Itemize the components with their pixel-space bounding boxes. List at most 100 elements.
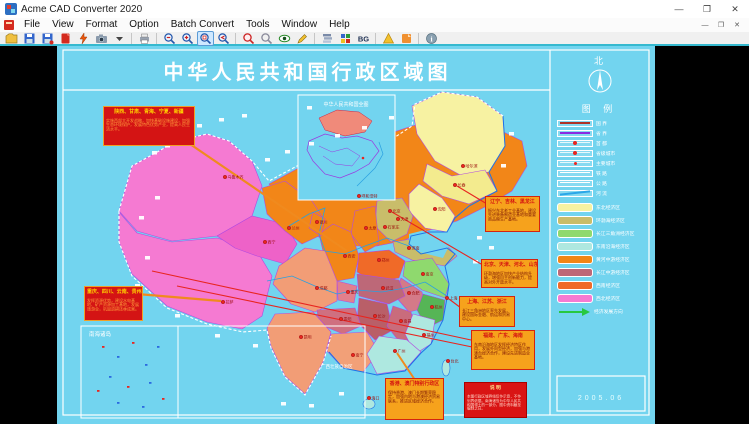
capture-dropdown-icon bbox=[115, 36, 123, 41]
batch-convert-icon bbox=[79, 31, 87, 44]
city-label: 杭州 bbox=[435, 304, 443, 310]
city-marker bbox=[407, 290, 412, 295]
callout-body: 东南沿海地区发挥经济特区作用，发展外向型经济，加强与港澳台经济合作，建设先进制造… bbox=[474, 342, 530, 360]
legend-label: 省级城市 bbox=[596, 150, 616, 156]
callout-body: 保持香港、澳门长期繁荣稳定，加强内地与港澳经济贸易联系，推进区域经济合作。 bbox=[388, 390, 440, 404]
batch-convert-button[interactable] bbox=[75, 31, 92, 46]
legend-line-items: 国 界省 界首 都省级城市 主要城市铁 路公 路河 流 bbox=[551, 118, 648, 198]
neighbor-label-block bbox=[501, 164, 506, 168]
neighbor-label-block bbox=[139, 216, 144, 220]
capture-dropdown-button[interactable] bbox=[111, 31, 128, 46]
legend-arrow-item: 经济发展方向 bbox=[551, 305, 648, 318]
close-file-button[interactable] bbox=[57, 31, 74, 46]
city-label: 北京 bbox=[393, 208, 401, 214]
menu-file[interactable]: File bbox=[18, 18, 46, 32]
city-label: 西安 bbox=[348, 253, 356, 259]
about-button[interactable]: i bbox=[423, 31, 440, 46]
close-button[interactable]: ✕ bbox=[721, 0, 749, 18]
print-button[interactable] bbox=[136, 31, 153, 46]
callout-body: 振兴东北老工业基地，建设先进装备制造业基地和重要商品粮生产基地。 bbox=[488, 208, 536, 222]
callout-title: 福建、广东、海南 bbox=[483, 332, 523, 339]
mdi-restore-button[interactable]: ❐ bbox=[713, 19, 729, 31]
neighbor-label-block bbox=[242, 114, 247, 118]
direction-arrow-icon bbox=[557, 307, 591, 316]
zoom-in-button[interactable] bbox=[179, 31, 196, 46]
zoom-extents-button[interactable] bbox=[240, 31, 257, 46]
city-label: 广州 bbox=[398, 348, 406, 354]
shx-fonts-button[interactable] bbox=[380, 31, 397, 46]
zoom-previous-button[interactable] bbox=[215, 31, 232, 46]
document-icon bbox=[4, 20, 14, 30]
compass-icon bbox=[588, 69, 611, 93]
menu-format[interactable]: Format bbox=[80, 18, 124, 32]
neighbor-label-block bbox=[477, 236, 482, 240]
city-marker bbox=[343, 253, 348, 258]
layout-button[interactable] bbox=[337, 31, 354, 46]
legend-area-item-5: 长江中游经济区 bbox=[551, 266, 648, 279]
legend-color-swatch bbox=[557, 203, 593, 212]
city-label: 济南 bbox=[412, 245, 420, 251]
layers-icon bbox=[322, 33, 332, 43]
zoom-out-button[interactable] bbox=[161, 31, 178, 46]
visibility-button[interactable] bbox=[276, 31, 293, 46]
background-color-icon: BG bbox=[357, 34, 368, 43]
mdi-minimize-button[interactable]: — bbox=[697, 19, 713, 31]
city-marker bbox=[315, 285, 320, 290]
markup-button[interactable] bbox=[294, 31, 311, 46]
city-label: 南昌 bbox=[404, 318, 412, 324]
neighbor-label-block bbox=[145, 256, 150, 260]
menu-tools[interactable]: Tools bbox=[240, 18, 275, 32]
island-speck bbox=[132, 342, 135, 344]
markup-icon bbox=[296, 33, 307, 44]
city-label: 海口 bbox=[372, 395, 380, 401]
menu-help[interactable]: Help bbox=[323, 18, 356, 32]
region-yunnan bbox=[266, 311, 332, 395]
legend-label: 省 界 bbox=[596, 130, 607, 136]
city-label: 天津 bbox=[401, 216, 409, 222]
map-labels: 广西壮族自治区 bbox=[321, 363, 353, 370]
city-marker bbox=[346, 289, 351, 294]
pan-button[interactable] bbox=[258, 31, 275, 46]
svg-text:i: i bbox=[430, 34, 432, 43]
menu-batch-convert[interactable]: Batch Convert bbox=[165, 18, 240, 32]
legend-title: 图 例 bbox=[581, 104, 618, 114]
layers-button[interactable] bbox=[319, 31, 336, 46]
zoom-out-icon bbox=[163, 32, 175, 44]
toolbar-separator bbox=[235, 32, 236, 44]
legend-label: 经济发展方向 bbox=[594, 308, 623, 315]
neighbor-label-block bbox=[309, 404, 314, 408]
capture-button[interactable] bbox=[93, 31, 110, 46]
legend-swatch bbox=[557, 149, 593, 157]
city-label: 南宁 bbox=[356, 352, 364, 358]
zoom-window-button[interactable] bbox=[196, 30, 214, 46]
menu-window[interactable]: Window bbox=[276, 18, 324, 32]
maximize-button[interactable]: ❐ bbox=[693, 0, 721, 18]
background-color-button[interactable]: BG bbox=[355, 31, 372, 46]
callout-title: 辽宁、吉林、黑龙江 bbox=[490, 198, 535, 205]
toolbar-separator bbox=[156, 32, 157, 44]
menu-option[interactable]: Option bbox=[123, 18, 164, 32]
legend-label: 铁 路 bbox=[596, 170, 607, 176]
callout-body: 环渤海地区加快产业结构升级，增强自主创新能力，提高对外开放水平。 bbox=[484, 271, 532, 285]
city-marker bbox=[393, 349, 398, 354]
recent-files-button[interactable] bbox=[398, 31, 415, 46]
app-window: Acme CAD Converter 2020 — ❐ ✕ File View Form… bbox=[0, 0, 749, 424]
city-label: 合肥 bbox=[412, 290, 420, 296]
open-button[interactable] bbox=[3, 31, 20, 46]
legend-label: 国 界 bbox=[596, 120, 607, 126]
save-button[interactable] bbox=[21, 31, 38, 46]
callout-nw: 陕西、甘肃、青海、宁夏、新疆 实施西部大开发战略，加快基础设施建设，加强生态环境保… bbox=[103, 106, 195, 146]
mdi-close-button[interactable]: ✕ bbox=[729, 19, 745, 31]
save-all-button[interactable] bbox=[39, 31, 56, 46]
menu-view[interactable]: View bbox=[46, 18, 80, 32]
city-marker bbox=[453, 182, 458, 187]
window-title: Acme CAD Converter 2020 bbox=[21, 3, 143, 15]
neighbor-label-block bbox=[489, 246, 494, 250]
island-speck bbox=[142, 406, 145, 408]
legend-panel: 北 图 例 国 界省 界首 都省级城市 主要城市铁 路公 路河 流 东北经济区 环渤… bbox=[551, 54, 648, 318]
city-marker bbox=[430, 305, 435, 310]
city-label: 福州 bbox=[427, 332, 435, 338]
minimize-button[interactable]: — bbox=[665, 0, 693, 18]
island-speck bbox=[117, 356, 120, 358]
neighbor-label-block bbox=[307, 106, 312, 110]
